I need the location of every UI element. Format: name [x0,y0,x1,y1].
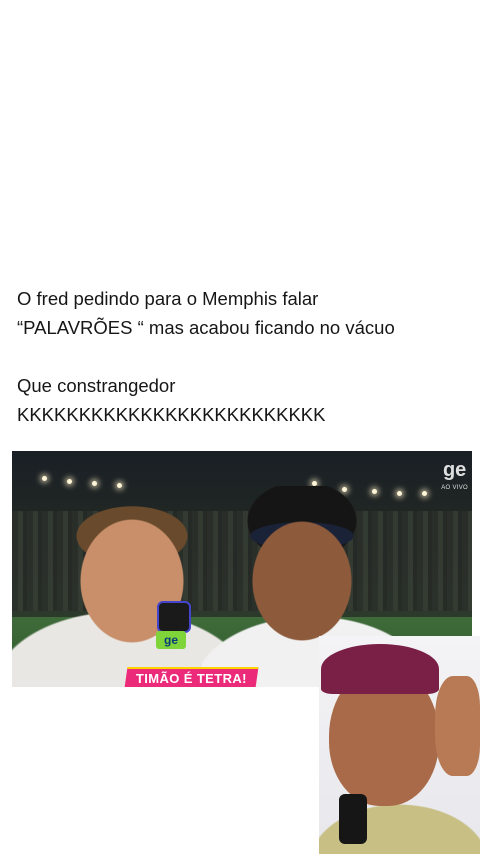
video-banner: TIMÃO É TETRA! [124,667,259,687]
player-left [12,491,232,687]
mic-flag-logo: ge [156,631,186,649]
reactor-microphone [339,794,367,844]
reactor-cap [321,644,439,694]
reactor-hand [435,676,480,776]
broadcaster-logo: ge AO VIVO [441,460,468,497]
caption-line-1: O fred pedindo para o Memphis falar [17,288,319,309]
microphone [157,601,191,633]
caption-line-3: Que constrangedor [17,375,176,396]
caption-line-4: KKKKKKKKKKKKKKKKKKKKKKKKK [17,404,326,425]
caption-line-2: “PALAVRÕES “ mas acabou ficando no vácuo [17,317,395,338]
post-caption: O fred pedindo para o Memphis falar “PAL… [17,284,467,429]
reaction-cam [319,636,480,854]
live-label: AO VIVO [441,485,468,491]
